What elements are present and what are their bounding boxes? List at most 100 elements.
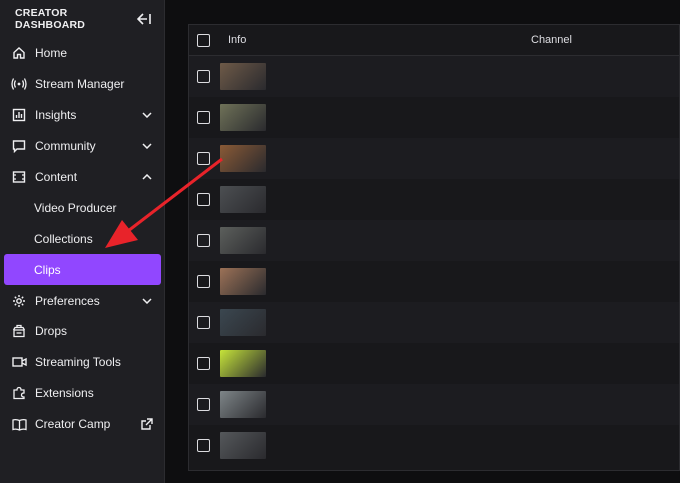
- clip-channel[interactable]: [535, 439, 635, 453]
- clip-title[interactable]: [276, 357, 521, 371]
- clips-table: Info Channel: [188, 24, 680, 471]
- sidebar-item-creator-camp[interactable]: Creator Camp: [0, 409, 164, 440]
- clip-thumbnail[interactable]: [220, 268, 266, 295]
- clip-title[interactable]: [276, 439, 521, 453]
- chevron-down-icon: [140, 139, 154, 153]
- sidebar-item-stream-manager[interactable]: Stream Manager: [0, 69, 164, 100]
- column-header-channel: Channel: [531, 34, 572, 46]
- insights-icon: [11, 107, 27, 123]
- sidebar-item-label: Creator Camp: [35, 417, 111, 432]
- sidebar-item-label: Insights: [35, 108, 77, 123]
- sidebar-item-label: Stream Manager: [35, 77, 125, 92]
- column-header-info: Info: [228, 34, 247, 46]
- clip-title[interactable]: [276, 275, 521, 289]
- clip-channel[interactable]: [535, 111, 635, 125]
- clip-title[interactable]: [276, 316, 521, 330]
- sidebar-item-label: Collections: [34, 231, 93, 246]
- sidebar-item-label: Extensions: [35, 386, 94, 401]
- gear-icon: [11, 293, 27, 309]
- table-row[interactable]: [189, 302, 679, 343]
- row-checkbox[interactable]: [197, 152, 210, 165]
- table-row[interactable]: [189, 179, 679, 220]
- chevron-down-icon: [140, 294, 154, 308]
- table-row[interactable]: [189, 220, 679, 261]
- collapse-sidebar-icon[interactable]: [137, 11, 152, 27]
- sidebar-item-insights[interactable]: Insights: [0, 100, 164, 131]
- broadcast-icon: [11, 76, 27, 92]
- chevron-down-icon: [140, 108, 154, 122]
- camera-icon: [11, 354, 27, 370]
- clip-channel[interactable]: [535, 152, 635, 166]
- clip-channel[interactable]: [535, 357, 635, 371]
- sidebar-item-clips[interactable]: Clips: [4, 254, 161, 286]
- row-checkbox[interactable]: [197, 70, 210, 83]
- table-row[interactable]: [189, 56, 679, 97]
- main-content: Info Channel: [166, 0, 680, 483]
- content-icon: [11, 169, 27, 185]
- row-checkbox[interactable]: [197, 193, 210, 206]
- clip-thumbnail[interactable]: [220, 186, 266, 213]
- table-row[interactable]: [189, 343, 679, 384]
- sidebar-item-community[interactable]: Community: [0, 131, 164, 162]
- row-checkbox[interactable]: [197, 357, 210, 370]
- clip-channel[interactable]: [535, 193, 635, 207]
- clip-thumbnail[interactable]: [220, 227, 266, 254]
- clip-title[interactable]: [276, 398, 521, 412]
- row-checkbox[interactable]: [197, 398, 210, 411]
- row-checkbox[interactable]: [197, 275, 210, 288]
- row-checkbox[interactable]: [197, 439, 210, 452]
- clip-title[interactable]: [276, 193, 521, 207]
- select-all-checkbox[interactable]: [197, 33, 210, 47]
- clip-thumbnail[interactable]: [220, 104, 266, 131]
- clip-thumbnail[interactable]: [220, 309, 266, 336]
- sidebar-item-label: Preferences: [35, 293, 100, 308]
- clip-channel[interactable]: [535, 70, 635, 84]
- clip-title[interactable]: [276, 70, 521, 84]
- clip-channel[interactable]: [535, 398, 635, 412]
- table-row[interactable]: [189, 425, 679, 466]
- sidebar-item-streaming-tools[interactable]: Streaming Tools: [0, 347, 164, 378]
- sidebar-item-label: Clips: [34, 262, 61, 277]
- sidebar-item-label: Content: [35, 170, 78, 184]
- row-checkbox[interactable]: [197, 234, 210, 247]
- clip-channel[interactable]: [535, 275, 635, 289]
- sidebar-item-label: Community: [35, 139, 96, 154]
- sidebar-item-content[interactable]: Content: [0, 162, 164, 193]
- table-row[interactable]: [189, 97, 679, 138]
- clip-thumbnail[interactable]: [220, 432, 266, 459]
- sidebar-item-drops[interactable]: Drops: [0, 316, 164, 347]
- puzzle-icon: [11, 385, 27, 401]
- sidebar: CREATOR DASHBOARD Home Stream Manager In…: [0, 0, 165, 483]
- sidebar-item-home[interactable]: Home: [0, 38, 164, 69]
- clip-channel[interactable]: [535, 234, 635, 248]
- sidebar-item-preferences[interactable]: Preferences: [0, 285, 164, 316]
- sidebar-item-label: Video Producer: [34, 200, 117, 215]
- external-link-icon: [140, 417, 154, 431]
- clip-title[interactable]: [276, 234, 521, 248]
- sidebar-item-label: Home: [35, 46, 68, 61]
- table-row[interactable]: [189, 384, 679, 425]
- sidebar-item-label: Streaming Tools: [35, 355, 121, 370]
- clip-title[interactable]: [276, 152, 521, 166]
- community-icon: [11, 138, 27, 154]
- clip-channel[interactable]: [535, 316, 635, 330]
- row-checkbox[interactable]: [197, 316, 210, 329]
- clip-thumbnail[interactable]: [220, 63, 266, 90]
- clip-thumbnail[interactable]: [220, 145, 266, 172]
- sidebar-item-video-producer[interactable]: Video Producer: [0, 192, 164, 223]
- table-row[interactable]: [189, 261, 679, 302]
- home-icon: [11, 45, 27, 61]
- sidebar-item-extensions[interactable]: Extensions: [0, 378, 164, 409]
- sidebar-header: CREATOR DASHBOARD: [0, 0, 164, 38]
- sidebar-title: CREATOR DASHBOARD: [15, 7, 86, 31]
- sidebar-nav: Home Stream Manager Insights Community C…: [0, 38, 164, 440]
- table-body: [189, 56, 679, 466]
- clip-title[interactable]: [276, 111, 521, 125]
- table-row[interactable]: [189, 138, 679, 179]
- clip-thumbnail[interactable]: [220, 391, 266, 418]
- row-checkbox[interactable]: [197, 111, 210, 124]
- clip-thumbnail[interactable]: [220, 350, 266, 377]
- sidebar-item-collections[interactable]: Collections: [0, 223, 164, 254]
- book-icon: [11, 416, 27, 432]
- chevron-up-icon: [140, 170, 154, 184]
